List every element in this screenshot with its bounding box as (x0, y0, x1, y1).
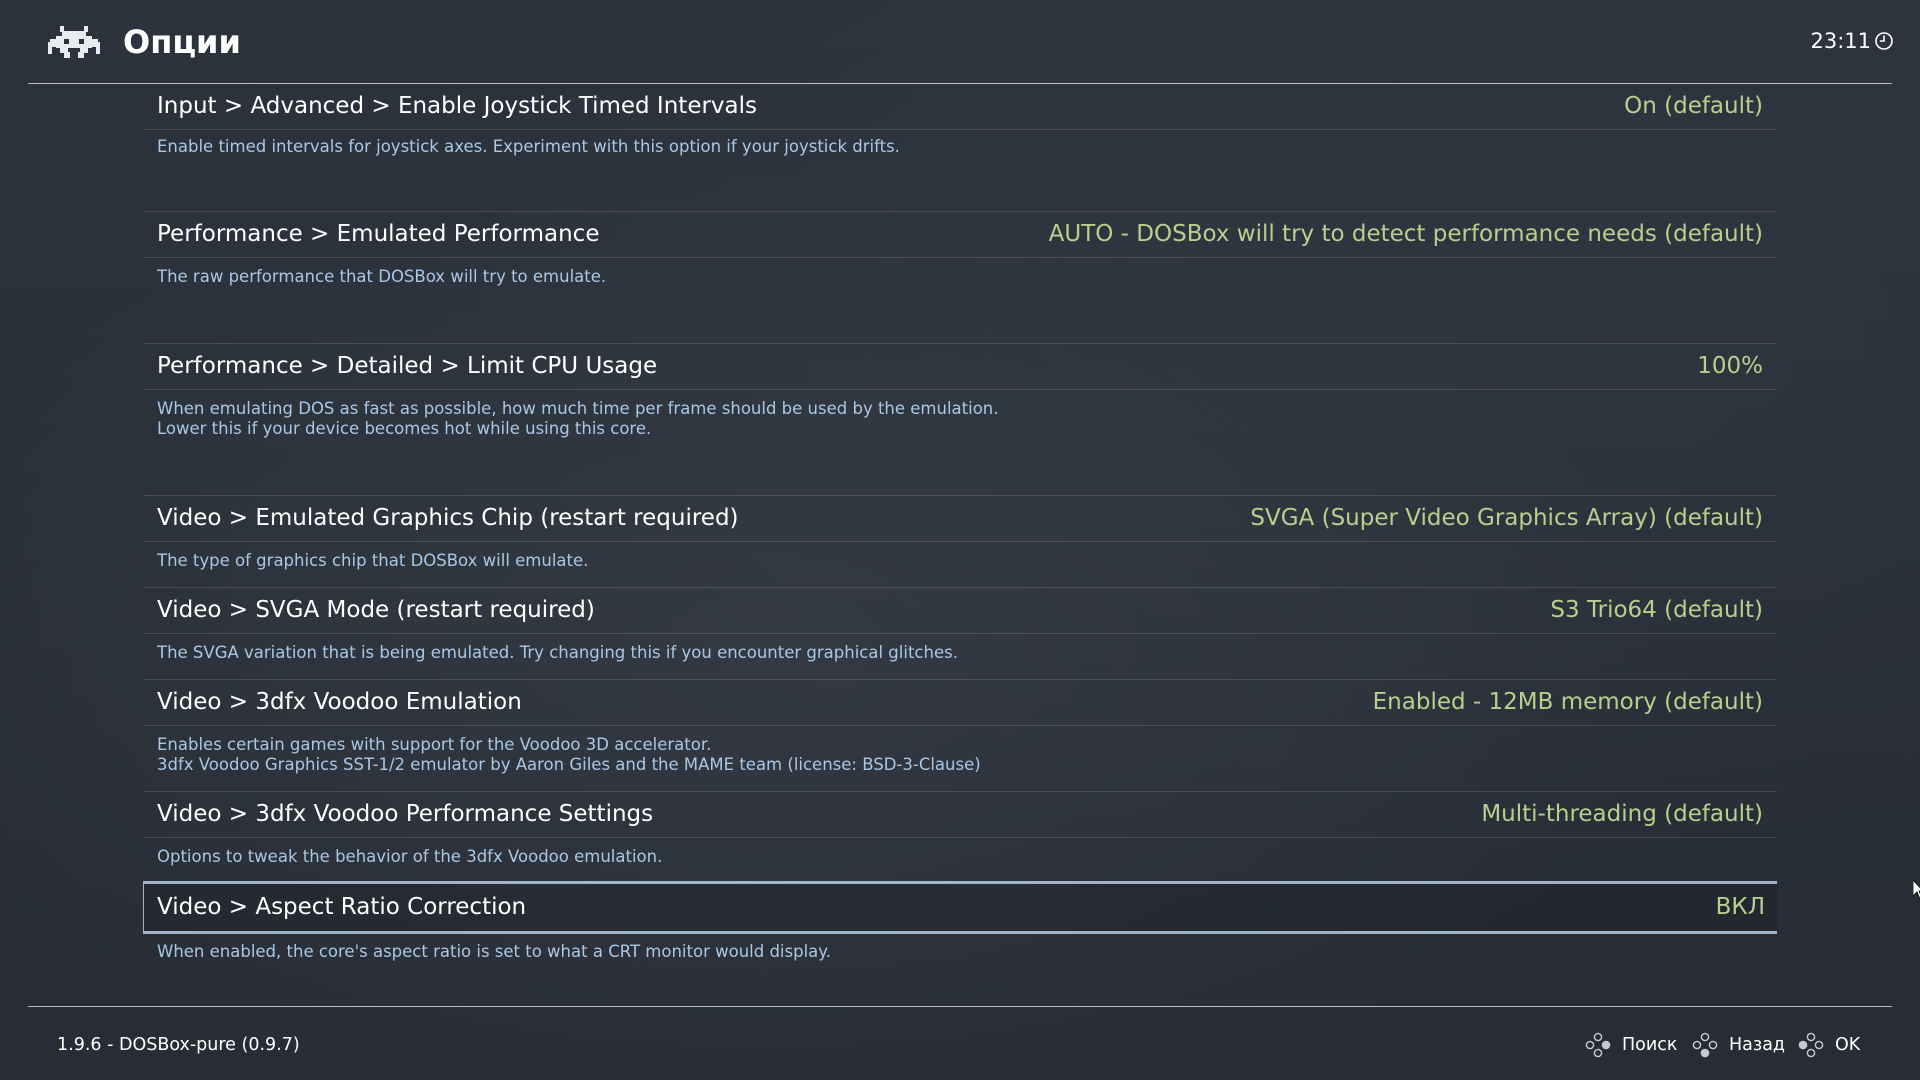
setting-label: Input > Advanced > Enable Joystick Timed… (157, 93, 757, 119)
back-action-button[interactable]: Назад (1692, 1031, 1785, 1059)
setting-value: 100% (1697, 353, 1763, 379)
back-action-label: Назад (1729, 1035, 1786, 1055)
setting-row[interactable]: Video > SVGA Mode (restart required) S3 … (143, 587, 1777, 634)
setting-joystick-timed-intervals[interactable]: Input > Advanced > Enable Joystick Timed… (143, 84, 1777, 156)
setting-label: Video > Aspect Ratio Correction (157, 894, 527, 920)
setting-svga-mode[interactable]: Video > SVGA Mode (restart required) S3 … (143, 587, 1777, 662)
search-action-button[interactable]: Поиск (1585, 1031, 1677, 1059)
page-title: Опции (123, 23, 241, 61)
settings-list[interactable]: Input > Advanced > Enable Joystick Timed… (143, 84, 1777, 1004)
setting-3dfx-voodoo-emulation[interactable]: Video > 3dfx Voodoo Emulation Enabled - … (143, 679, 1777, 774)
setting-label: Performance > Detailed > Limit CPU Usage (157, 353, 658, 379)
setting-value: Multi-threading (default) (1481, 801, 1763, 827)
header: Опции 23:11 (0, 0, 1920, 83)
ok-action-button[interactable]: OK (1798, 1031, 1860, 1059)
setting-description: Lower this if your device becomes hot wh… (157, 419, 652, 438)
setting-value: Enabled - 12MB memory (default) (1372, 689, 1763, 715)
footer: 1.9.6 - DOSBox-pure (0.9.7) Поиск Назад … (0, 1007, 1920, 1080)
setting-description: Enable timed intervals for joystick axes… (157, 137, 900, 156)
setting-value: S3 Trio64 (default) (1550, 597, 1763, 623)
options-screen: Опции 23:11 Input > Advanced > Enable Jo… (0, 0, 1920, 1080)
setting-value: ВКЛ (1715, 894, 1765, 920)
setting-row[interactable]: Video > 3dfx Voodoo Emulation Enabled - … (143, 679, 1777, 726)
setting-description: When emulating DOS as fast as possible, … (157, 399, 999, 418)
gamepad-buttons-icon (1798, 1032, 1824, 1058)
setting-label: Video > 3dfx Voodoo Performance Settings (157, 801, 654, 827)
setting-label: Video > 3dfx Voodoo Emulation (157, 689, 522, 715)
setting-label: Video > Emulated Graphics Chip (restart … (157, 505, 739, 531)
setting-row[interactable]: Input > Advanced > Enable Joystick Timed… (143, 84, 1777, 130)
setting-description: The SVGA variation that is being emulate… (157, 643, 958, 662)
clock: 23:11 (1810, 26, 1894, 56)
setting-row-selected[interactable]: Video > Aspect Ratio Correction ВКЛ (143, 881, 1777, 934)
setting-emulated-performance[interactable]: Performance > Emulated Performance AUTO … (143, 211, 1777, 286)
setting-value: On (default) (1624, 93, 1763, 119)
mouse-cursor-icon (1913, 880, 1920, 900)
setting-description: The type of graphics chip that DOSBox wi… (157, 551, 589, 570)
setting-emulated-graphics-chip[interactable]: Video > Emulated Graphics Chip (restart … (143, 495, 1777, 570)
clock-time: 23:11 (1810, 29, 1871, 53)
setting-value: AUTO - DOSBox will try to detect perform… (1048, 221, 1763, 247)
setting-label: Video > SVGA Mode (restart required) (157, 597, 595, 623)
clock-icon (1875, 32, 1893, 50)
setting-description: Enables certain games with support for t… (157, 735, 712, 754)
setting-row[interactable]: Video > 3dfx Voodoo Performance Settings… (143, 791, 1777, 838)
setting-description: 3dfx Voodoo Graphics SST-1/2 emulator by… (157, 755, 981, 774)
setting-row[interactable]: Performance > Emulated Performance AUTO … (143, 211, 1777, 258)
setting-label: Performance > Emulated Performance (157, 221, 600, 247)
core-info: 1.9.6 - DOSBox-pure (0.9.7) (57, 1035, 300, 1055)
retroarch-invader-icon (48, 26, 100, 58)
setting-description: The raw performance that DOSBox will try… (157, 267, 607, 286)
setting-limit-cpu-usage[interactable]: Performance > Detailed > Limit CPU Usage… (143, 343, 1777, 438)
gamepad-buttons-icon (1692, 1032, 1718, 1058)
search-action-label: Поиск (1622, 1035, 1678, 1055)
gamepad-buttons-icon (1585, 1032, 1611, 1058)
setting-row[interactable]: Video > Emulated Graphics Chip (restart … (143, 495, 1777, 542)
setting-3dfx-voodoo-performance[interactable]: Video > 3dfx Voodoo Performance Settings… (143, 791, 1777, 866)
setting-description: When enabled, the core's aspect ratio is… (157, 942, 831, 961)
setting-aspect-ratio-correction[interactable]: Video > Aspect Ratio Correction ВКЛ When… (143, 881, 1777, 961)
setting-value: SVGA (Super Video Graphics Array) (defau… (1250, 505, 1763, 531)
setting-row[interactable]: Performance > Detailed > Limit CPU Usage… (143, 343, 1777, 390)
ok-action-label: OK (1835, 1035, 1861, 1055)
setting-description: Options to tweak the behavior of the 3df… (157, 847, 663, 866)
